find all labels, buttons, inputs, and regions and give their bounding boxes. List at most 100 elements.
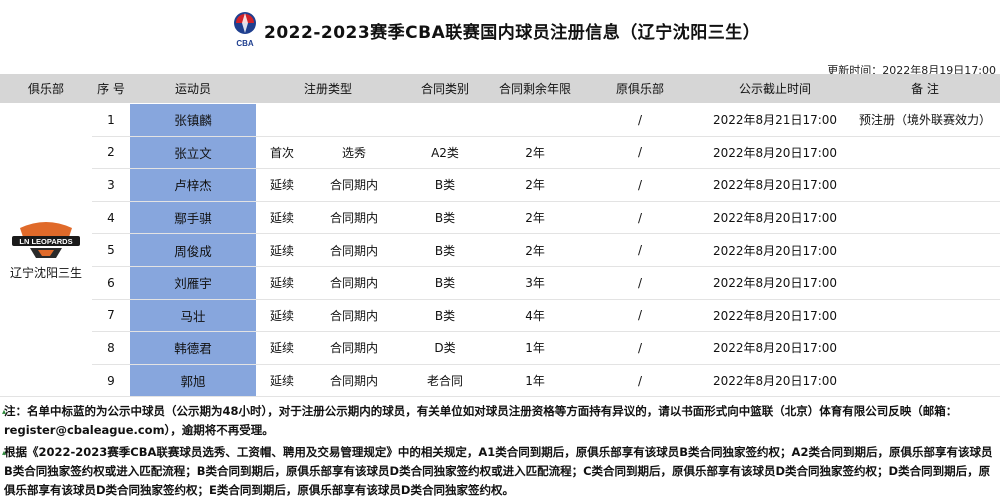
club-logo: LN LEOPARDS	[12, 221, 80, 258]
row-no: 4	[92, 201, 130, 235]
row-no: 1	[92, 103, 130, 137]
reg-type-1	[256, 103, 308, 137]
contract-type: B类	[400, 233, 491, 267]
contract-type: B类	[400, 201, 491, 235]
contract-type: B类	[400, 299, 491, 333]
deadline: 2022年8月20日17:00	[700, 266, 851, 300]
contract-years: 2年	[490, 168, 581, 202]
remark	[850, 136, 1000, 170]
contract-type	[400, 103, 491, 137]
deadline: 2022年8月20日17:00	[700, 201, 851, 235]
row-no: 3	[92, 168, 130, 202]
deadline: 2022年8月20日17:00	[700, 168, 851, 202]
reg-type-2: 合同期内	[308, 364, 401, 398]
logo-text: CBA	[236, 39, 254, 48]
page-title: 2022-2023赛季CBA联赛国内球员注册信息（辽宁沈阳三生）	[264, 23, 761, 43]
contract-type: A2类	[400, 136, 491, 170]
col-no: 序 号	[92, 74, 130, 104]
reg-type-2: 合同期内	[308, 201, 401, 235]
table-header-row: 俱乐部 序 号 运动员 注册类型 合同类别 合同剩余年限 原俱乐部 公示截止时间…	[0, 74, 1000, 104]
row-no: 2	[92, 136, 130, 170]
remark: 预注册（境外联赛效力）	[850, 103, 1000, 137]
page: CBA 2022-2023赛季CBA联赛国内球员注册信息（辽宁沈阳三生） 更新时…	[0, 0, 1000, 503]
orig-club: /	[580, 136, 701, 170]
orig-club: /	[580, 233, 701, 267]
remark	[850, 331, 1000, 365]
contract-years: 2年	[490, 201, 581, 235]
remark	[850, 168, 1000, 202]
reg-type-1: 延续	[256, 299, 308, 333]
table-row: 5 周俊成 延续 合同期内 B类 2年 / 2022年8月20日17:00	[0, 233, 1000, 267]
header: CBA 2022-2023赛季CBA联赛国内球员注册信息（辽宁沈阳三生）	[0, 6, 1000, 52]
reg-type-1: 延续	[256, 364, 308, 398]
reg-type-2: 合同期内	[308, 233, 401, 267]
player-name: 鄢手骐	[130, 201, 256, 235]
deadline: 2022年8月20日17:00	[700, 299, 851, 333]
orig-club: /	[580, 201, 701, 235]
reg-type-2: 合同期内	[308, 331, 401, 365]
col-contract-type: 合同类别	[400, 74, 491, 104]
reg-type-1: 延续	[256, 201, 308, 235]
table-row: 8 韩德君 延续 合同期内 D类 1年 / 2022年8月20日17:00	[0, 331, 1000, 365]
orig-club: /	[580, 299, 701, 333]
reg-type-1: 首次	[256, 136, 308, 170]
deadline: 2022年8月20日17:00	[700, 233, 851, 267]
reg-type-1: 延续	[256, 233, 308, 267]
note-text-2: 根据《2022-2023赛季CBA联赛球员选秀、工资帽、聘用及交易管理规定》中的…	[4, 445, 993, 497]
player-name: 刘雁宇	[130, 266, 256, 300]
table-row: 2 张立文 首次 选秀 A2类 2年 / 2022年8月20日17:00	[0, 136, 1000, 170]
reg-type-1: 延续	[256, 266, 308, 300]
contract-type: B类	[400, 266, 491, 300]
remark	[850, 364, 1000, 398]
reg-type-2	[308, 103, 401, 137]
contract-type: 老合同	[400, 364, 491, 398]
contract-type: D类	[400, 331, 491, 365]
note-registration: ▴ 注：名单中标蓝的为公示中球员（公示期为48小时），对于注册公示期内的球员，有…	[0, 402, 1000, 440]
row-no: 5	[92, 233, 130, 267]
note-marker-icon: ▴	[2, 407, 7, 416]
deadline: 2022年8月21日17:00	[700, 103, 851, 137]
contract-years: 3年	[490, 266, 581, 300]
col-reg-type: 注册类型	[256, 74, 401, 104]
club-cell: LN LEOPARDS 辽宁沈阳三生	[0, 103, 92, 398]
table-row: 4 鄢手骐 延续 合同期内 B类 2年 / 2022年8月20日17:00	[0, 201, 1000, 235]
reg-type-2: 选秀	[308, 136, 401, 170]
cba-logo: CBA	[234, 12, 256, 48]
col-deadline: 公示截止时间	[700, 74, 851, 104]
table-row: 7 马壮 延续 合同期内 B类 4年 / 2022年8月20日17:00	[0, 299, 1000, 333]
reg-type-2: 合同期内	[308, 299, 401, 333]
row-no: 7	[92, 299, 130, 333]
contract-years	[490, 103, 581, 137]
remark	[850, 266, 1000, 300]
contract-years: 1年	[490, 331, 581, 365]
remark	[850, 201, 1000, 235]
contract-years: 4年	[490, 299, 581, 333]
contract-years: 2年	[490, 136, 581, 170]
note-text-1: 注：名单中标蓝的为公示中球员（公示期为48小时），对于注册公示期内的球员，有关单…	[4, 404, 958, 437]
player-name: 郭旭	[130, 364, 256, 398]
player-name: 周俊成	[130, 233, 256, 267]
orig-club: /	[580, 266, 701, 300]
deadline: 2022年8月20日17:00	[700, 364, 851, 398]
col-club: 俱乐部	[0, 74, 92, 104]
orig-club: /	[580, 331, 701, 365]
row-no: 9	[92, 364, 130, 398]
table-row: 6 刘雁宇 延续 合同期内 B类 3年 / 2022年8月20日17:00	[0, 266, 1000, 300]
remark	[850, 233, 1000, 267]
col-player: 运动员	[130, 74, 256, 104]
reg-type-2: 合同期内	[308, 168, 401, 202]
col-orig-club: 原俱乐部	[580, 74, 701, 104]
player-name: 马壮	[130, 299, 256, 333]
player-name: 韩德君	[130, 331, 256, 365]
club-logo-text: LN LEOPARDS	[19, 237, 72, 246]
deadline: 2022年8月20日17:00	[700, 331, 851, 365]
note-contract-rules: ▴ 根据《2022-2023赛季CBA联赛球员选秀、工资帽、聘用及交易管理规定》…	[0, 443, 1000, 500]
player-name: 卢梓杰	[130, 168, 256, 202]
club-name: 辽宁沈阳三生	[9, 265, 82, 280]
deadline: 2022年8月20日17:00	[700, 136, 851, 170]
col-remark: 备 注	[850, 74, 1000, 104]
row-no: 8	[92, 331, 130, 365]
player-name: 张立文	[130, 136, 256, 170]
orig-club: /	[580, 364, 701, 398]
reg-type-2: 合同期内	[308, 266, 401, 300]
